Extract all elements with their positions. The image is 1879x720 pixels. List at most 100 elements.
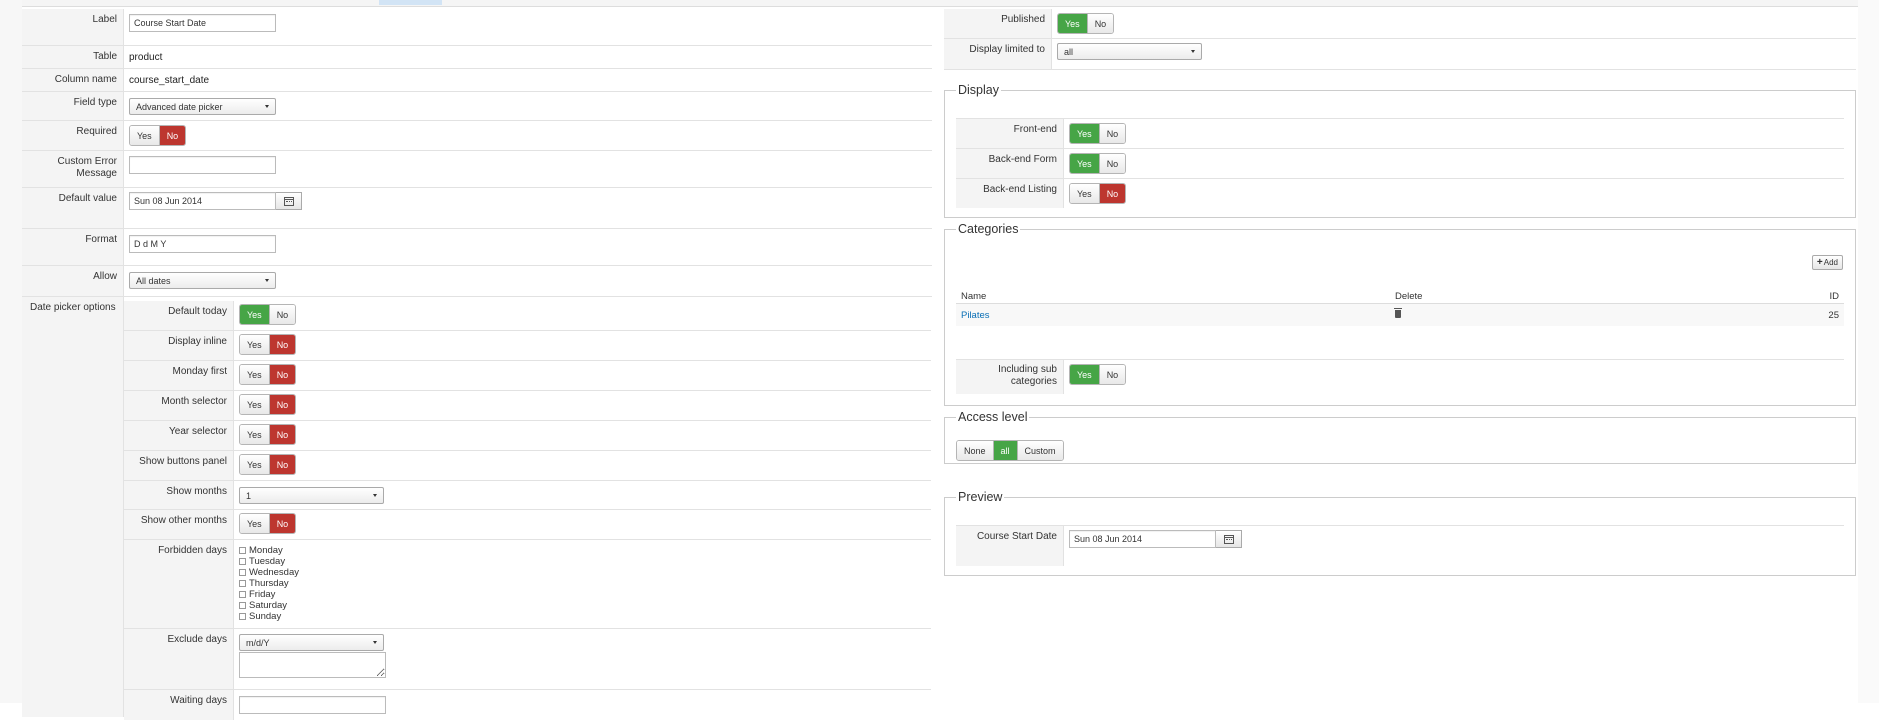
preview-fieldset: Preview Course Start Date — [944, 490, 1856, 576]
monday-first-toggle[interactable]: Yes No — [239, 364, 297, 385]
row-field-type: Field type Advanced date picker — [22, 92, 932, 121]
checkbox[interactable] — [239, 558, 246, 565]
including-sub-yes-button[interactable]: Yes — [1070, 365, 1099, 384]
including-sub-toggle[interactable]: Yes No — [1069, 364, 1127, 385]
month-selector-toggle[interactable]: Yes No — [239, 394, 297, 415]
year-selector-toggle[interactable]: Yes No — [239, 424, 297, 445]
month-selector-yes-button[interactable]: Yes — [240, 395, 269, 414]
published-yes-button[interactable]: Yes — [1058, 14, 1087, 33]
checkbox[interactable] — [239, 580, 246, 587]
column-name-label: Column name — [22, 69, 124, 91]
opt-default-today: Default today Yes No — [124, 301, 931, 331]
forbidden-day-wednesday[interactable]: Wednesday — [239, 567, 299, 578]
field-type-select[interactable]: Advanced date picker — [129, 98, 276, 115]
display-inline-yes-button[interactable]: Yes — [240, 335, 269, 354]
default-today-no-button[interactable]: No — [268, 305, 296, 324]
opt-show-buttons-panel: Show buttons panel Yes No — [124, 451, 931, 481]
access-level-body: None all Custom — [956, 440, 1844, 461]
checkbox[interactable] — [239, 591, 246, 598]
checkbox[interactable] — [239, 602, 246, 609]
display-inline-no-button[interactable]: No — [268, 335, 296, 354]
table-row: Pilates 25 — [956, 304, 1844, 326]
forbidden-day-tuesday[interactable]: Tuesday — [239, 556, 299, 567]
published-toggle[interactable]: Yes No — [1057, 13, 1115, 34]
show-other-months-no-button[interactable]: No — [268, 514, 296, 533]
show-months-select[interactable]: 1 — [239, 487, 384, 504]
date-picker-options-table: Default today Yes No Display inline Yes … — [124, 301, 931, 720]
calendar-icon — [283, 196, 294, 206]
chevron-down-icon — [373, 641, 377, 644]
opt-forbidden-days: Forbidden days Monday Tuesday Wednesday … — [124, 540, 931, 629]
forbidden-day-monday[interactable]: Monday — [239, 545, 299, 556]
backend-listing-yes-button[interactable]: Yes — [1070, 184, 1099, 203]
show-other-months-yes-button[interactable]: Yes — [240, 514, 269, 533]
required-yes-button[interactable]: Yes — [130, 126, 159, 145]
custom-error-label: Custom Error Message — [22, 151, 124, 187]
trash-icon[interactable] — [1394, 307, 1402, 318]
table-label: Table — [22, 46, 124, 68]
monday-first-yes-button[interactable]: Yes — [240, 365, 269, 384]
year-selector-label: Year selector — [124, 421, 234, 450]
published-no-button[interactable]: No — [1086, 14, 1114, 33]
active-tab-indicator[interactable] — [379, 0, 442, 5]
year-selector-yes-button[interactable]: Yes — [240, 425, 269, 444]
including-sub-no-button[interactable]: No — [1098, 365, 1126, 384]
row-date-picker-options: Date picker options Default today Yes No… — [22, 297, 932, 720]
default-value-calendar-button[interactable] — [276, 192, 302, 210]
field-type-label: Field type — [22, 92, 124, 120]
frontend-yes-button[interactable]: Yes — [1070, 124, 1099, 143]
show-buttons-panel-label: Show buttons panel — [124, 451, 234, 480]
frontend-no-button[interactable]: No — [1098, 124, 1126, 143]
access-all-button[interactable]: all — [992, 441, 1017, 460]
month-selector-no-button[interactable]: No — [268, 395, 296, 414]
custom-error-input[interactable] — [129, 156, 276, 174]
display-inline-toggle[interactable]: Yes No — [239, 334, 297, 355]
default-today-yes-button[interactable]: Yes — [240, 305, 269, 324]
year-selector-no-button[interactable]: No — [268, 425, 296, 444]
label-input[interactable] — [129, 14, 276, 32]
categories-fieldset: Categories + Add Name Delete ID Pilates 2… — [944, 222, 1856, 406]
forbidden-day-thursday[interactable]: Thursday — [239, 578, 299, 589]
default-today-toggle[interactable]: Yes No — [239, 304, 297, 325]
show-buttons-panel-toggle[interactable]: Yes No — [239, 454, 297, 475]
forbidden-day-sunday[interactable]: Sunday — [239, 611, 299, 622]
backend-listing-toggle[interactable]: Yes No — [1069, 183, 1127, 204]
required-no-button[interactable]: No — [158, 126, 186, 145]
waiting-days-input[interactable] — [239, 696, 386, 714]
exclude-days-textarea[interactable] — [239, 652, 386, 678]
exclude-days-select[interactable]: m/d/Y — [239, 634, 384, 651]
checkbox[interactable] — [239, 613, 246, 620]
add-category-button[interactable]: + Add — [1811, 255, 1843, 270]
exclude-days-label: Exclude days — [124, 629, 234, 689]
required-toggle[interactable]: Yes No — [129, 125, 187, 146]
show-other-months-toggle[interactable]: Yes No — [239, 513, 297, 534]
access-none-button[interactable]: None — [957, 441, 993, 460]
show-buttons-panel-no-button[interactable]: No — [268, 455, 296, 474]
access-level-toggle[interactable]: None all Custom — [956, 440, 1064, 461]
backend-form-toggle[interactable]: Yes No — [1069, 153, 1127, 174]
access-custom-button[interactable]: Custom — [1016, 441, 1063, 460]
forbidden-day-friday[interactable]: Friday — [239, 589, 299, 600]
row-published: Published Yes No — [944, 9, 1856, 39]
show-buttons-panel-yes-button[interactable]: Yes — [240, 455, 269, 474]
category-link-pilates[interactable]: Pilates — [956, 310, 1395, 321]
show-months-label: Show months — [124, 481, 234, 509]
opt-show-months: Show months 1 — [124, 481, 931, 510]
forbidden-day-saturday[interactable]: Saturday — [239, 600, 299, 611]
checkbox[interactable] — [239, 569, 246, 576]
backend-listing-no-button[interactable]: No — [1098, 184, 1126, 203]
chevron-down-icon — [265, 105, 269, 108]
monday-first-no-button[interactable]: No — [268, 365, 296, 384]
checkbox[interactable] — [239, 547, 246, 554]
access-level-fieldset: Access level None all Custom — [944, 410, 1856, 464]
preview-date-input[interactable] — [1069, 530, 1216, 548]
display-limited-select[interactable]: all — [1057, 43, 1202, 60]
backend-form-no-button[interactable]: No — [1098, 154, 1126, 173]
backend-form-yes-button[interactable]: Yes — [1070, 154, 1099, 173]
default-value-input[interactable] — [129, 192, 276, 210]
chevron-down-icon — [373, 494, 377, 497]
format-input[interactable] — [129, 235, 276, 253]
preview-calendar-button[interactable] — [1216, 530, 1242, 548]
allow-select[interactable]: All dates — [129, 272, 276, 289]
frontend-toggle[interactable]: Yes No — [1069, 123, 1127, 144]
